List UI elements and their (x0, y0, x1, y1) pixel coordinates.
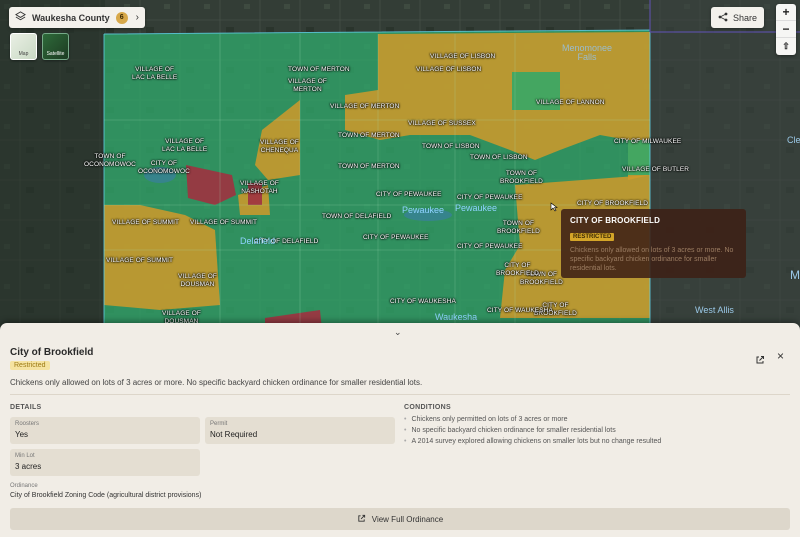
region-tooltip: CITY OF BROOKFIELD RESTRICTED Chickens o… (561, 209, 746, 278)
cursor-icon (550, 199, 558, 217)
condition-item: A 2014 survey explored allowing chickens… (404, 438, 661, 445)
city-label: Cle (787, 135, 800, 145)
min-lot-field: Min Lot 3 acres (10, 449, 200, 476)
map-label[interactable]: VILLAGE OF LISBON (430, 53, 495, 61)
map-layer-label: Map (18, 51, 29, 57)
map-label[interactable]: TOWN OF LISBON (422, 143, 480, 151)
min-lot-value: 3 acres (15, 462, 42, 471)
panel-title: City of Brookfield (10, 347, 94, 358)
condition-item: Chickens only permitted on lots of 3 acr… (404, 416, 567, 423)
close-icon[interactable]: × (777, 349, 784, 363)
city-label: Pewaukee (402, 205, 445, 215)
details-heading: DETAILS (10, 404, 42, 411)
share-button[interactable]: Share (711, 7, 764, 28)
map-label[interactable]: TOWN OF MERTON (288, 66, 350, 74)
map-label[interactable]: CITY OF PEWAUKEE (376, 191, 442, 199)
map-label[interactable]: TOWN OF MERTON (338, 132, 400, 140)
status-badge: Restricted (10, 361, 50, 370)
map-label[interactable]: VILLAGE OF SUMMIT (190, 219, 257, 227)
city-label: West Allis (695, 305, 734, 315)
map-label[interactable]: VILLAGE OF SUSSEX (408, 120, 476, 128)
satellite-layer-button[interactable]: Satellite (42, 33, 69, 60)
tooltip-description: Chickens only allowed on lots of 3 acres… (570, 247, 734, 272)
map-label[interactable]: TOWN OF MERTON (338, 163, 400, 171)
map-label[interactable]: VILLAGE OF NASHOTAH (240, 180, 279, 195)
map-label[interactable]: VILLAGE OF LAC LA BELLE (162, 138, 207, 153)
view-full-ordinance-button[interactable]: View Full Ordinance (10, 508, 790, 530)
reset-north-button[interactable]: ⇧ (776, 38, 796, 55)
roosters-label: Roosters (15, 421, 40, 427)
map-label[interactable]: CITY OF OCONOMOWOC (138, 160, 190, 175)
zoom-control: + − ⇧ (776, 4, 796, 55)
roosters-value: Yes (15, 430, 29, 439)
detail-panel: ⌄ City of Brookfield Restricted × Chicke… (0, 323, 800, 537)
map-label[interactable]: VILLAGE OF SUMMIT (112, 219, 179, 227)
map-label[interactable]: VILLAGE OF BUTLER (622, 166, 689, 174)
map-label[interactable]: VILLAGE OF MERTON (330, 103, 399, 111)
map-label[interactable]: TOWN OF LISBON (470, 154, 528, 162)
tooltip-title: CITY OF BROOKFIELD (570, 216, 661, 225)
city-label: Menomonee Falls (562, 43, 613, 62)
map-label[interactable]: VILLAGE OF LAC LA BELLE (132, 66, 177, 81)
map-label[interactable]: VILLAGE OF DOUSMAN (178, 273, 217, 288)
share-icon (718, 9, 728, 27)
map-label[interactable]: TOWN OF DELAFIELD (322, 213, 391, 221)
tooltip-status-badge: RESTRICTED (570, 233, 615, 241)
map-label[interactable]: CITY OF PEWAUKEE (457, 243, 523, 251)
map-label[interactable]: CITY OF BROOKFIELD (496, 262, 539, 277)
layers-icon (15, 9, 26, 27)
map-canvas[interactable]: VILLAGE OF LAC LA BELLE TOWN OF MERTON V… (0, 0, 800, 330)
zoom-in-button[interactable]: + (776, 4, 796, 21)
map-label[interactable]: CITY OF PEWAUKEE (363, 234, 429, 242)
map-label[interactable]: CITY OF WAUKESHA (390, 298, 456, 306)
divider (10, 394, 790, 395)
permit-label: Permit (210, 421, 228, 427)
county-selector[interactable]: Waukesha County 6 › (9, 7, 145, 28)
permit-value: Not Required (210, 430, 258, 439)
map-label[interactable]: CITY OF PEWAUKEE (457, 194, 523, 202)
map-layer-button[interactable]: Map (10, 33, 37, 60)
app-root: VILLAGE OF LAC LA BELLE TOWN OF MERTON V… (0, 0, 800, 537)
ordinance-value: City of Brookfield Zoning Code (agricult… (10, 492, 202, 499)
map-label[interactable]: VILLAGE OF LISBON (416, 66, 481, 74)
condition-item: No specific backyard chicken ordinance f… (404, 427, 615, 434)
min-lot-label: Min Lot (15, 453, 35, 459)
share-label: Share (732, 12, 758, 23)
panel-summary: Chickens only allowed on lots of 3 acres… (10, 378, 423, 387)
map-label[interactable]: CITY OF MILWAUKEE (614, 138, 681, 146)
chevron-right-icon: › (135, 12, 139, 23)
map-label[interactable]: TOWN OF BROOKFIELD (497, 220, 540, 235)
map-label[interactable]: CITY OF WAUKESHA (487, 307, 553, 315)
conditions-heading: CONDITIONS (404, 404, 451, 411)
ordinance-label: Ordinance (10, 483, 38, 489)
map-label[interactable]: VILLAGE OF MERTON (288, 78, 327, 93)
collapse-chevron-icon[interactable]: ⌄ (394, 327, 402, 338)
county-count-badge: 6 (115, 11, 128, 24)
city-label: Waukesha (435, 312, 478, 322)
external-link-icon (357, 510, 366, 528)
map-label[interactable]: TOWN OF BROOKFIELD (500, 170, 543, 185)
roosters-field: Roosters Yes (10, 417, 200, 444)
map-label[interactable]: TOWN OF OCONOMOWOC (84, 153, 136, 168)
city-label: M (790, 268, 800, 282)
map-label[interactable]: VILLAGE OF LANNON (536, 99, 605, 107)
satellite-layer-label: Satellite (46, 51, 65, 57)
map-label[interactable]: VILLAGE OF CHENEQUA (260, 139, 299, 154)
map-label[interactable]: CITY OF BROOKFIELD (577, 200, 648, 208)
county-name: Waukesha County (32, 12, 110, 23)
city-label: Pewaukee (455, 203, 498, 213)
city-label: Delafield (240, 236, 276, 246)
external-link-icon[interactable] (755, 352, 765, 370)
view-full-ordinance-label: View Full Ordinance (371, 514, 444, 524)
permit-field: Permit Not Required (205, 417, 395, 444)
map-label[interactable]: VILLAGE OF SUMMIT (106, 257, 173, 265)
zoom-out-button[interactable]: − (776, 21, 796, 38)
